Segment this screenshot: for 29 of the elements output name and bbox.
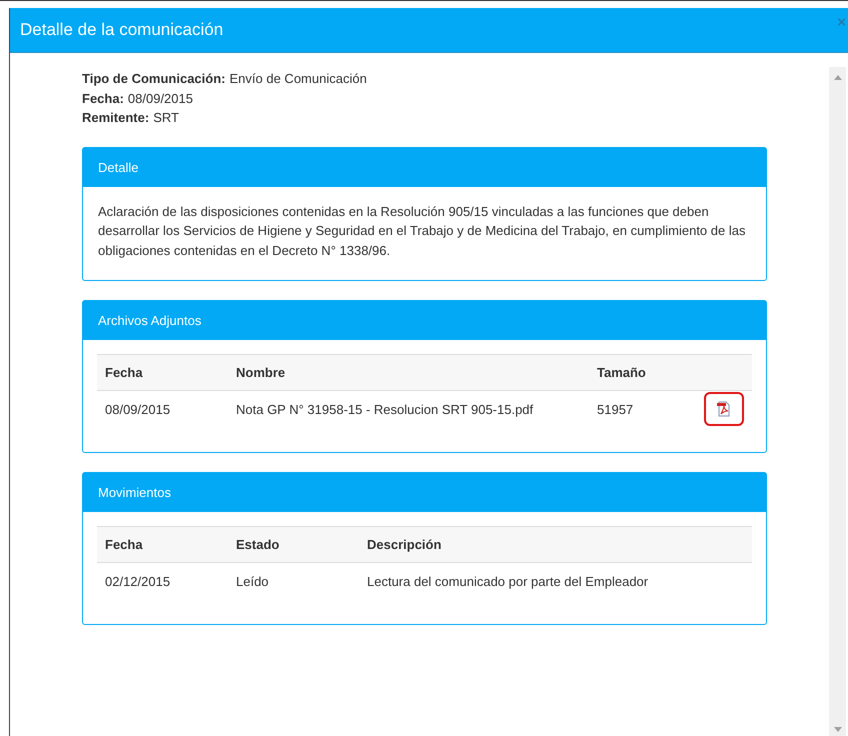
- field-label: Remitente:: [82, 110, 150, 125]
- field-value: Envío de Comunicación: [230, 71, 367, 86]
- table-cell: Nota GP N° 31958-15 - Resolucion SRT 905-15.pdf: [236, 402, 534, 416]
- panel-title: Archivos Adjuntos: [98, 313, 202, 328]
- field-label: Fecha:: [82, 90, 124, 106]
- panel-title: Movimientos: [98, 485, 171, 500]
- close-button[interactable]: ×: [835, 14, 848, 31]
- field-label: Tipo de Comunicación:: [82, 71, 226, 86]
- column-header: Fecha: [105, 537, 143, 552]
- column-header: Fecha: [105, 365, 143, 380]
- column-header: Estado: [236, 537, 280, 552]
- scrollbar[interactable]: [829, 67, 846, 736]
- column-header: Tamaño: [597, 365, 646, 380]
- modal-title: Detalle de la comunicación: [20, 20, 224, 40]
- detail-text: Aclaración de las disposiciones contenidas en la Resolución 905/15 vinculadas a las funciones que deben desarrollar los Servicios de Higiene y Seguridad en el Trabajo y de Medicina del Trabajo, en cumplimiento de las obligaciones contenidas en el Decreto N° 1338/96.: [98, 202, 746, 260]
- table-cell: 02/12/2015: [105, 574, 170, 588]
- pdf-file-icon: [716, 401, 732, 417]
- download-button[interactable]: [704, 392, 744, 426]
- scroll-up-icon[interactable]: [834, 75, 842, 80]
- table-cell: 51957: [597, 402, 634, 416]
- field-value: 08/09/2015: [128, 90, 193, 106]
- table-cell: Lectura del comunicado por parte del Empleador: [367, 574, 648, 588]
- field-value: SRT: [153, 110, 179, 125]
- column-header: Nombre: [236, 365, 286, 380]
- table-cell: 08/09/2015: [105, 402, 170, 416]
- panel-title: Detalle: [98, 160, 138, 174]
- table-cell: Leído: [236, 574, 269, 588]
- column-header: Descripción: [367, 537, 442, 552]
- scroll-down-icon[interactable]: [834, 727, 842, 732]
